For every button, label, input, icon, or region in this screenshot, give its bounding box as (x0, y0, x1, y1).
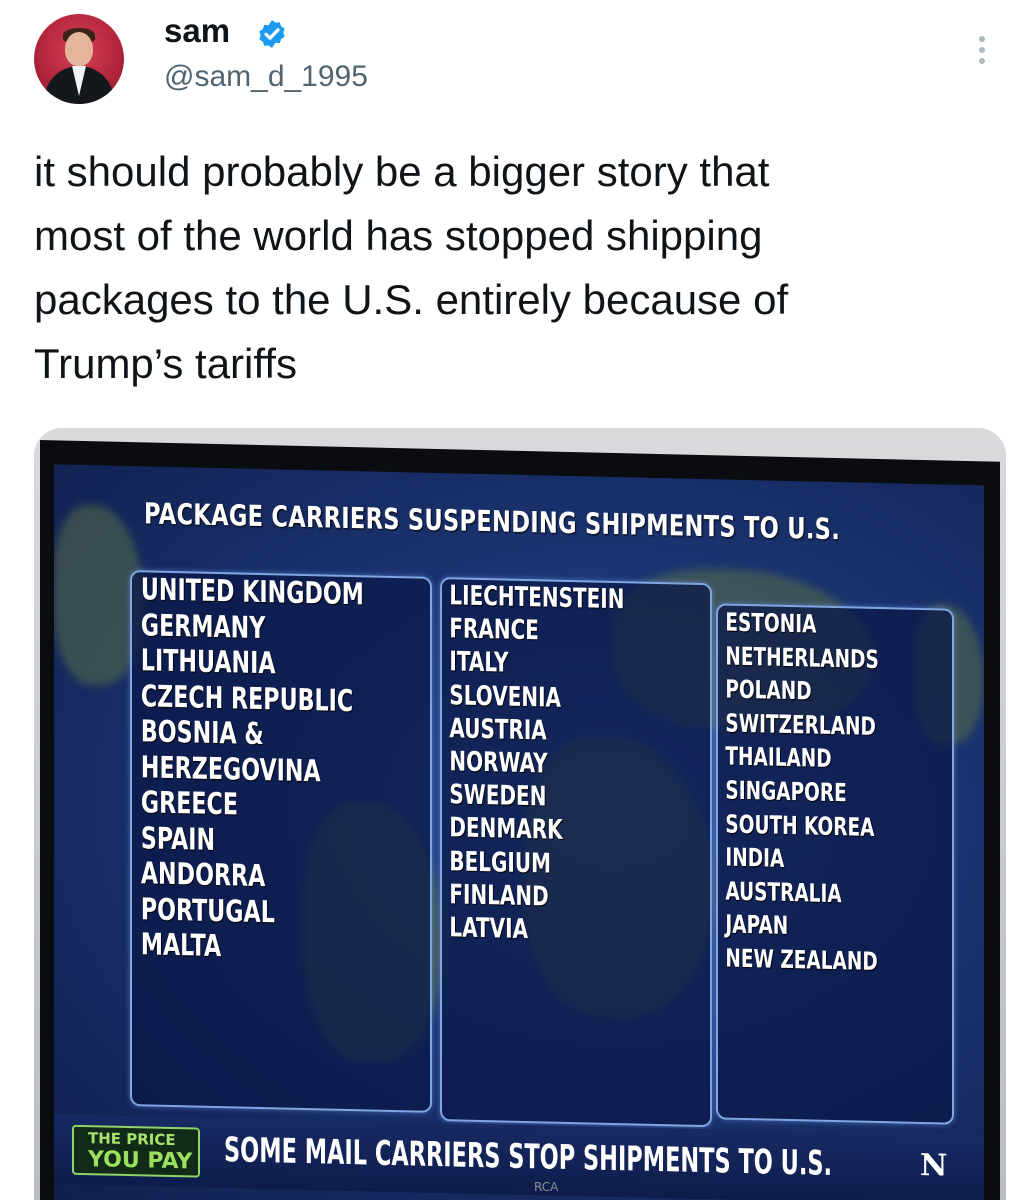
country-item: LITHUANIA (140, 643, 276, 682)
news-lower-third: THE PRICE YOU PAY SOME MAIL CARRIERS STO… (54, 1114, 984, 1200)
tv-screen: PACKAGE CARRIERS SUSPENDING SHIPMENTS TO… (40, 440, 1000, 1200)
country-item: HERZEGOVINA (140, 749, 321, 789)
country-item: ANDORRA (140, 856, 266, 895)
country-item: UNITED KINGDOM (140, 572, 364, 613)
country-item: FRANCE (449, 613, 539, 647)
country-item: POLAND (725, 674, 812, 706)
country-item: JAPAN (725, 909, 789, 941)
country-column-3: ESTONIA NETHERLANDS POLAND SWITZERLAND THAIL… (716, 603, 954, 1125)
show-logo: THE PRICE YOU PAY (72, 1124, 200, 1178)
country-item: THAILAND (725, 741, 832, 774)
country-item: MALTA (140, 927, 222, 965)
show-logo-line1: THE PRICE (88, 1129, 176, 1150)
country-item: FINLAND (449, 879, 549, 913)
more-options-icon[interactable] (972, 36, 992, 76)
author-name[interactable]: sam (164, 12, 230, 50)
country-item: SINGAPORE (725, 775, 847, 808)
country-item: SWEDEN (449, 779, 547, 813)
country-item: GREECE (140, 785, 238, 823)
country-item: ITALY (449, 646, 509, 680)
country-item: DENMARK (449, 812, 563, 847)
country-item: INDIA (725, 842, 785, 874)
verified-badge-icon (259, 20, 285, 48)
country-item: PORTUGAL (140, 891, 275, 930)
country-item: SPAIN (140, 820, 216, 858)
country-item: LIECHTENSTEIN (449, 580, 625, 616)
country-item: NETHERLANDS (725, 641, 879, 674)
country-item: NEW ZEALAND (725, 943, 878, 976)
author-handle[interactable]: @sam_d_1995 (164, 60, 368, 94)
tv-brand-label: RCA (534, 1180, 559, 1194)
country-column-1: UNITED KINGDOM GERMANY LITHUANIA CZECH REPU… (130, 570, 432, 1113)
country-item: AUSTRALIA (725, 876, 842, 908)
country-item: LATVIA (449, 912, 529, 946)
avatar[interactable] (34, 14, 124, 104)
country-item: SWITZERLAND (725, 708, 876, 741)
country-item: GERMANY (140, 607, 266, 646)
news-ticker: SOME MAIL CARRIERS STOP SHIPMENTS TO U.S… (224, 1130, 833, 1184)
tweet-text: it should probably be a bigger story tha… (34, 148, 789, 387)
country-item: BELGIUM (449, 845, 551, 880)
country-item: ESTONIA (725, 607, 817, 639)
country-item: CZECH REPUBLIC (140, 678, 354, 719)
country-item: AUSTRIA (449, 713, 547, 747)
country-item: NORWAY (449, 746, 548, 780)
country-column-2: LIECHTENSTEIN FRANCE ITALY SLOVENIA AUSTRIA N… (440, 577, 712, 1128)
network-logo: N (920, 1147, 948, 1184)
show-logo-line2: YOU PAY (88, 1147, 193, 1175)
country-item: SOUTH KOREA (725, 809, 875, 842)
news-headline: PACKAGE CARRIERS SUSPENDING SHIPMENTS TO… (144, 496, 841, 547)
tweet-media-image[interactable]: PACKAGE CARRIERS SUSPENDING SHIPMENTS TO… (34, 428, 1006, 1200)
country-item: BOSNIA & (140, 714, 264, 753)
country-item: SLOVENIA (449, 679, 561, 714)
